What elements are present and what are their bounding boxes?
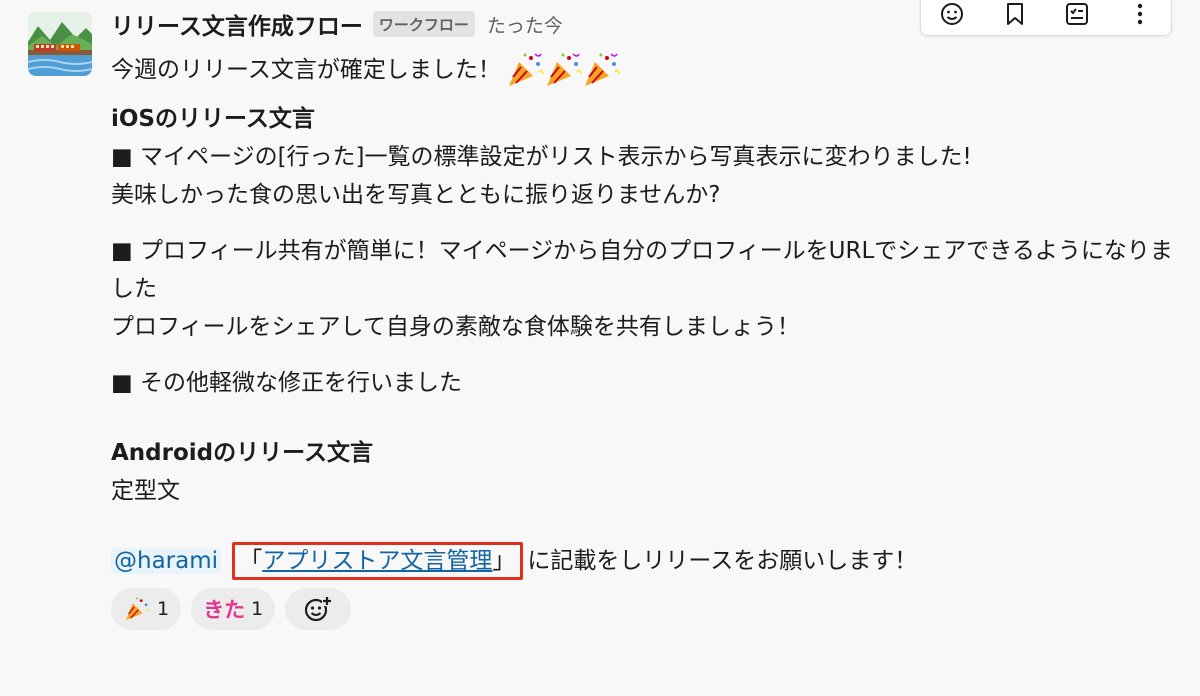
reaction-count: 1 bbox=[251, 598, 264, 620]
intro-line: 今週のリリース文言が確定しました！ bbox=[111, 50, 1191, 90]
ios-item2-line1: ■ プロフィール共有が簡単に！マイページから自分のプロフィールをURLでシェアで… bbox=[111, 238, 1173, 302]
android-body: 定型文 bbox=[111, 478, 180, 504]
workflow-tag: ワークフロー bbox=[372, 11, 475, 37]
add-emoji-icon bbox=[305, 596, 333, 622]
close-bracket: 」 bbox=[492, 548, 516, 574]
party-emoji-group bbox=[505, 50, 620, 90]
ios-item1-line2: 美味しかった食の思い出を写真とともに振り返りませんか? bbox=[111, 182, 721, 208]
sender-name[interactable]: リリース文言作成フロー bbox=[111, 7, 363, 41]
workflow-avatar[interactable] bbox=[28, 12, 92, 76]
add-reaction-toolbar-button[interactable] bbox=[934, 0, 970, 32]
message-actions-toolbar bbox=[920, 0, 1172, 36]
bookmark-button[interactable] bbox=[997, 0, 1033, 32]
kita-emoji: きた bbox=[203, 598, 246, 622]
ios-item3: ■ その他軽微な修正を行いました bbox=[111, 370, 463, 396]
reaction-count: 1 bbox=[157, 598, 170, 620]
scenery-avatar-image bbox=[28, 12, 92, 76]
more-icon bbox=[1137, 3, 1142, 25]
checklist-icon bbox=[1066, 3, 1089, 25]
party-popper-icon bbox=[584, 53, 620, 86]
app-store-text-link[interactable]: アプリストア文言管理 bbox=[262, 548, 492, 574]
message-content: リリース文言作成フロー ワークフロー たった今 今週のリリース文言が確定しました… bbox=[111, 6, 1191, 630]
reaction-kita[interactable]: きた 1 bbox=[191, 588, 276, 630]
add-to-list-button[interactable] bbox=[1059, 0, 1095, 32]
emoji-icon bbox=[941, 3, 964, 25]
android-heading: Androidのリリース文言 bbox=[111, 440, 373, 466]
party-popper-icon bbox=[125, 597, 151, 621]
highlighted-link-box: 「アプリストア文言管理」 bbox=[232, 542, 524, 580]
user-mention[interactable]: @harami bbox=[111, 548, 222, 574]
open-bracket: 「 bbox=[239, 548, 263, 574]
intro-text: 今週のリリース文言が確定しました！ bbox=[111, 57, 501, 83]
bookmark-icon bbox=[1006, 3, 1023, 25]
more-actions-button[interactable] bbox=[1122, 0, 1158, 32]
message-item: リリース文言作成フロー ワークフロー たった今 今週のリリース文言が確定しました… bbox=[0, 0, 1200, 696]
ios-item2-line2: プロフィールをシェアして自身の素敵な食体験を共有しましょう！ bbox=[111, 314, 800, 340]
ios-heading: iOSのリリース文言 bbox=[111, 106, 315, 132]
closing-line: @harami 「アプリストア文言管理」 に記載をしリリースをお願いします！ bbox=[111, 542, 1191, 580]
reaction-party-popper[interactable]: 1 bbox=[111, 588, 182, 630]
add-reaction-button[interactable] bbox=[285, 588, 352, 630]
timestamp[interactable]: たった今 bbox=[487, 11, 563, 38]
party-popper-icon bbox=[508, 53, 544, 86]
reactions-bar: 1 きた 1 bbox=[111, 588, 1191, 630]
ios-item1-line1: ■ マイページの[行った]一覧の標準設定がリスト表示から写真表示に変わりました! bbox=[111, 144, 972, 170]
closing-text: に記載をしリリースをお願いします！ bbox=[527, 548, 918, 574]
party-popper-icon bbox=[546, 53, 582, 86]
